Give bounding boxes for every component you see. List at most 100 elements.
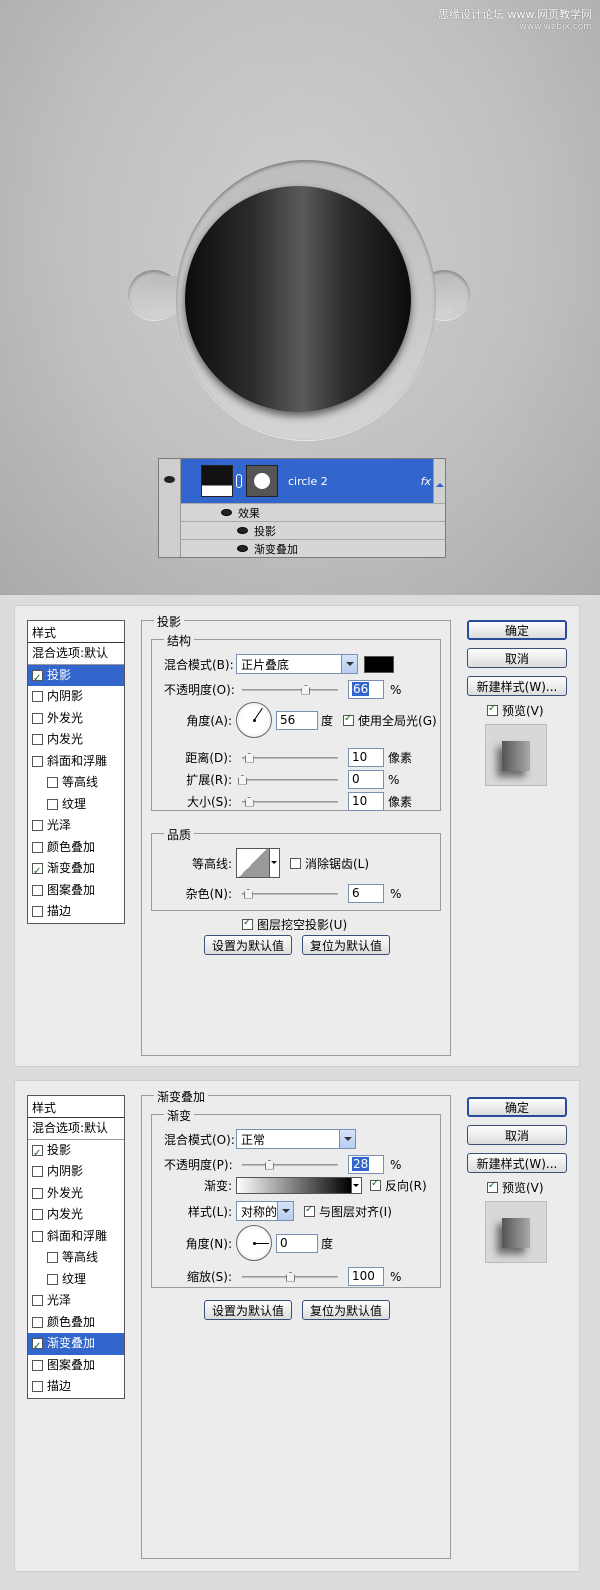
style-checkbox[interactable] xyxy=(32,861,43,883)
size-slider[interactable] xyxy=(242,796,338,807)
style-list-item[interactable]: 描边 xyxy=(28,901,124,923)
style-checkbox[interactable] xyxy=(32,841,43,853)
style-checkbox[interactable] xyxy=(32,906,43,918)
preview-checkbox[interactable] xyxy=(487,703,498,716)
reverse-checkbox[interactable] xyxy=(370,1178,381,1191)
opacity-input[interactable]: 28 xyxy=(348,1155,384,1174)
style-checkbox[interactable] xyxy=(47,777,58,789)
style-checkbox[interactable] xyxy=(32,1166,43,1178)
style-list-item[interactable]: 渐变叠加 xyxy=(28,858,124,883)
slider-knob[interactable] xyxy=(238,774,247,785)
scroll-up-arrow[interactable] xyxy=(433,459,445,503)
make-default-button[interactable]: 设置为默认值 xyxy=(204,935,292,955)
style-list-item[interactable]: 内发光 xyxy=(28,729,124,751)
opacity-input[interactable]: 66 xyxy=(348,680,384,699)
antialias-checkbox[interactable] xyxy=(290,857,301,869)
distance-input[interactable]: 10 xyxy=(348,748,384,767)
style-list-item[interactable]: 外发光 xyxy=(28,708,124,730)
reset-default-button[interactable]: 复位为默认值 xyxy=(302,1300,390,1320)
cancel-button[interactable]: 取消 xyxy=(467,648,567,668)
global-light-checkbox[interactable] xyxy=(343,713,355,726)
slider-knob[interactable] xyxy=(301,684,311,695)
style-checkbox[interactable] xyxy=(32,1316,43,1328)
style-list-item[interactable]: 外发光 xyxy=(28,1183,124,1205)
global-light-label[interactable]: 使用全局光(G) xyxy=(358,712,437,729)
effects-row[interactable]: 效果 xyxy=(181,503,445,521)
style-list-item[interactable]: 渐变叠加 xyxy=(28,1333,124,1358)
style-checkbox[interactable] xyxy=(47,1252,58,1264)
reverse-label[interactable]: 反向(R) xyxy=(385,1177,427,1194)
style-list-item[interactable]: 描边 xyxy=(28,1376,124,1398)
slider-knob[interactable] xyxy=(244,752,254,763)
style-checkbox[interactable] xyxy=(32,712,43,724)
angle-dial[interactable] xyxy=(236,1225,272,1261)
cancel-button[interactable]: 取消 xyxy=(467,1125,567,1145)
ok-button[interactable]: 确定 xyxy=(467,620,567,640)
angle-input[interactable]: 0 xyxy=(276,1233,318,1253)
style-checkbox[interactable] xyxy=(47,798,58,810)
distance-slider[interactable] xyxy=(242,752,338,763)
spread-slider[interactable] xyxy=(238,774,338,785)
style-list-item[interactable]: 混合选项:默认 xyxy=(28,1118,124,1140)
chevron-down-icon[interactable] xyxy=(270,848,280,878)
gradient-picker[interactable] xyxy=(236,1177,352,1194)
noise-input[interactable]: 6 xyxy=(348,884,384,903)
contour-picker[interactable] xyxy=(236,848,270,878)
reset-default-button[interactable]: 复位为默认值 xyxy=(302,935,390,955)
effect-row-gradient-overlay[interactable]: 渐变叠加 xyxy=(181,539,445,557)
style-checkbox[interactable] xyxy=(32,668,43,689)
style-checkbox[interactable] xyxy=(32,734,43,746)
style-list-item[interactable]: 内阴影 xyxy=(28,686,124,708)
preview-checkbox[interactable] xyxy=(487,1180,498,1193)
knockout-label[interactable]: 图层挖空投影(U) xyxy=(257,916,347,933)
angle-input[interactable]: 56 xyxy=(276,710,318,730)
style-list-item[interactable]: 光泽 xyxy=(28,815,124,837)
style-checkbox[interactable] xyxy=(32,1230,43,1242)
align-layer-label[interactable]: 与图层对齐(I) xyxy=(319,1203,392,1220)
new-style-button[interactable]: 新建样式(W)... xyxy=(467,1153,567,1173)
scale-input[interactable]: 100 xyxy=(348,1267,384,1286)
style-checkbox[interactable] xyxy=(32,1295,43,1307)
eye-icon[interactable] xyxy=(237,527,248,534)
new-style-button[interactable]: 新建样式(W)... xyxy=(467,676,567,696)
style-checkbox[interactable] xyxy=(32,691,43,703)
style-checkbox[interactable] xyxy=(32,884,43,896)
gradient-style-select[interactable]: 对称的 xyxy=(236,1201,294,1221)
style-list-item[interactable]: 混合选项:默认 xyxy=(28,643,124,665)
blend-mode-select[interactable]: 正常 xyxy=(236,1129,356,1149)
style-list-item[interactable]: 投影 xyxy=(28,664,124,689)
style-checkbox[interactable] xyxy=(47,1273,58,1285)
fx-icon[interactable]: fx xyxy=(421,475,431,488)
style-list-item[interactable]: 内阴影 xyxy=(28,1161,124,1183)
eye-icon[interactable] xyxy=(237,545,248,552)
style-list-item[interactable]: 等高线 xyxy=(28,772,124,794)
eye-icon[interactable] xyxy=(164,476,175,483)
style-list-item[interactable]: 纹理 xyxy=(28,794,124,816)
style-checkbox[interactable] xyxy=(32,820,43,832)
opacity-slider[interactable] xyxy=(242,684,338,695)
style-list-item[interactable]: 颜色叠加 xyxy=(28,1312,124,1334)
link-icon[interactable] xyxy=(236,474,242,488)
make-default-button[interactable]: 设置为默认值 xyxy=(204,1300,292,1320)
chevron-down-icon[interactable] xyxy=(352,1177,362,1194)
eye-icon[interactable] xyxy=(221,509,232,516)
slider-knob[interactable] xyxy=(286,1271,295,1282)
style-list-item[interactable]: 纹理 xyxy=(28,1269,124,1291)
style-list-item[interactable]: 斜面和浮雕 xyxy=(28,1226,124,1248)
layer-row-circle2[interactable]: circle 2 fx xyxy=(181,459,445,503)
style-list-item[interactable]: 图案叠加 xyxy=(28,880,124,902)
angle-dial[interactable] xyxy=(236,702,272,738)
style-list-item[interactable]: 投影 xyxy=(28,1140,124,1164)
style-checkbox[interactable] xyxy=(32,1187,43,1199)
noise-slider[interactable] xyxy=(242,888,338,899)
antialias-label[interactable]: 消除锯齿(L) xyxy=(305,855,369,872)
style-list-item[interactable]: 光泽 xyxy=(28,1290,124,1312)
preview-label[interactable]: 预览(V) xyxy=(502,1179,544,1196)
preview-label[interactable]: 预览(V) xyxy=(502,702,544,719)
slider-knob[interactable] xyxy=(244,796,254,807)
slider-knob[interactable] xyxy=(264,1159,274,1170)
style-checkbox[interactable] xyxy=(32,1336,43,1358)
style-checkbox[interactable] xyxy=(32,1143,43,1164)
style-checkbox[interactable] xyxy=(32,755,43,767)
knockout-checkbox[interactable] xyxy=(242,917,253,930)
